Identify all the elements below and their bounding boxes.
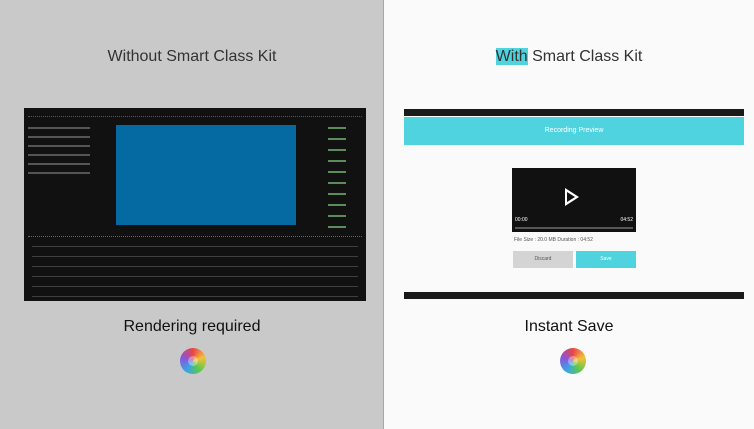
preview-bottom-bar xyxy=(404,292,744,299)
recording-preview-header: Recording Preview xyxy=(404,117,744,145)
video-progress-bar[interactable] xyxy=(515,227,633,229)
video-preview[interactable]: 00:00 04:52 xyxy=(512,168,636,232)
time-end: 04:52 xyxy=(620,217,633,223)
right-caption: Instant Save xyxy=(524,318,614,335)
right-panel: With Smart Class Kit Recording Preview 0… xyxy=(384,0,754,429)
left-caption: Rendering required xyxy=(123,318,261,335)
preview-top-bar xyxy=(404,109,744,116)
editor-project-panel xyxy=(28,120,90,230)
right-heading: With Smart Class Kit xyxy=(384,48,754,66)
editor-timeline xyxy=(28,236,362,299)
heading-rest: Smart Class Kit xyxy=(527,48,643,65)
left-panel: Without Smart Class Kit Rendering requir… xyxy=(0,0,384,429)
discard-button[interactable]: Discard xyxy=(513,251,573,268)
left-heading: Without Smart Class Kit xyxy=(107,48,277,65)
editor-properties-panel xyxy=(316,118,362,228)
file-meta: File Size : 20.0 MB Duration : 04:52 xyxy=(514,237,593,243)
time-start: 00:00 xyxy=(515,217,528,223)
spinning-wheel-icon xyxy=(180,348,206,374)
spinning-wheel-icon xyxy=(560,348,586,374)
editor-menu-bar xyxy=(28,111,362,117)
video-editor-screenshot xyxy=(24,108,366,301)
heading-highlight: With xyxy=(495,48,528,65)
save-button[interactable]: Save xyxy=(576,251,636,268)
editor-viewport xyxy=(116,125,296,225)
